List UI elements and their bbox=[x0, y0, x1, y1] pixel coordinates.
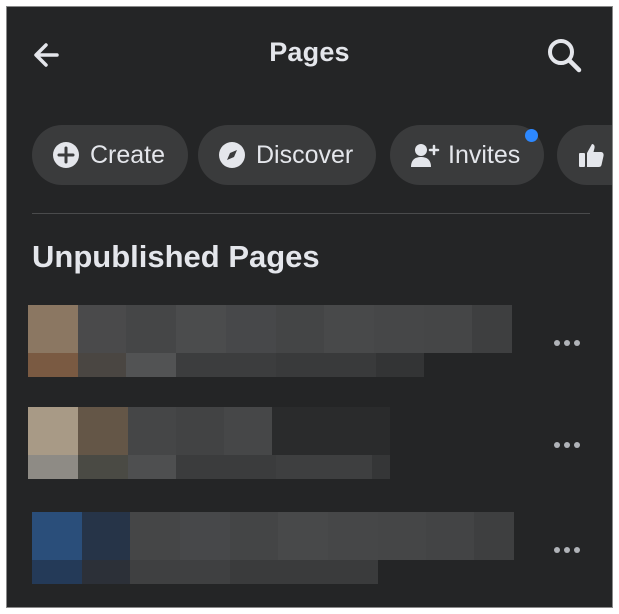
discover-chip[interactable]: Discover bbox=[198, 125, 376, 185]
person-add-icon bbox=[410, 141, 440, 169]
discover-label: Discover bbox=[256, 140, 354, 169]
page-row[interactable] bbox=[7, 407, 612, 485]
plus-circle-icon bbox=[52, 141, 80, 169]
create-chip[interactable]: Create bbox=[32, 125, 188, 185]
page-title: Pages bbox=[269, 37, 350, 67]
search-icon bbox=[544, 39, 586, 81]
action-chips: Create Discover Invites bbox=[7, 125, 612, 187]
top-bar: Pages bbox=[7, 7, 612, 107]
create-label: Create bbox=[90, 140, 166, 169]
page-row[interactable] bbox=[7, 305, 612, 383]
more-horizontal-icon bbox=[554, 340, 580, 346]
divider bbox=[32, 213, 590, 214]
invites-label: Invites bbox=[448, 140, 521, 169]
invites-chip[interactable]: Invites bbox=[390, 125, 544, 185]
more-horizontal-icon bbox=[554, 442, 580, 448]
notification-dot bbox=[525, 129, 538, 142]
pages-screen: Pages Create Discover Invites Unpublishe… bbox=[6, 6, 613, 608]
more-options-button[interactable] bbox=[547, 433, 587, 457]
more-options-button[interactable] bbox=[547, 331, 587, 355]
section-title: Unpublished Pages bbox=[32, 239, 320, 274]
thumbs-up-icon bbox=[577, 141, 605, 169]
more-horizontal-icon bbox=[554, 547, 580, 553]
compass-icon bbox=[218, 141, 246, 169]
more-options-button[interactable] bbox=[547, 538, 587, 562]
page-row[interactable] bbox=[7, 512, 612, 590]
search-button[interactable] bbox=[544, 35, 586, 77]
liked-pages-chip[interactable] bbox=[557, 125, 612, 185]
